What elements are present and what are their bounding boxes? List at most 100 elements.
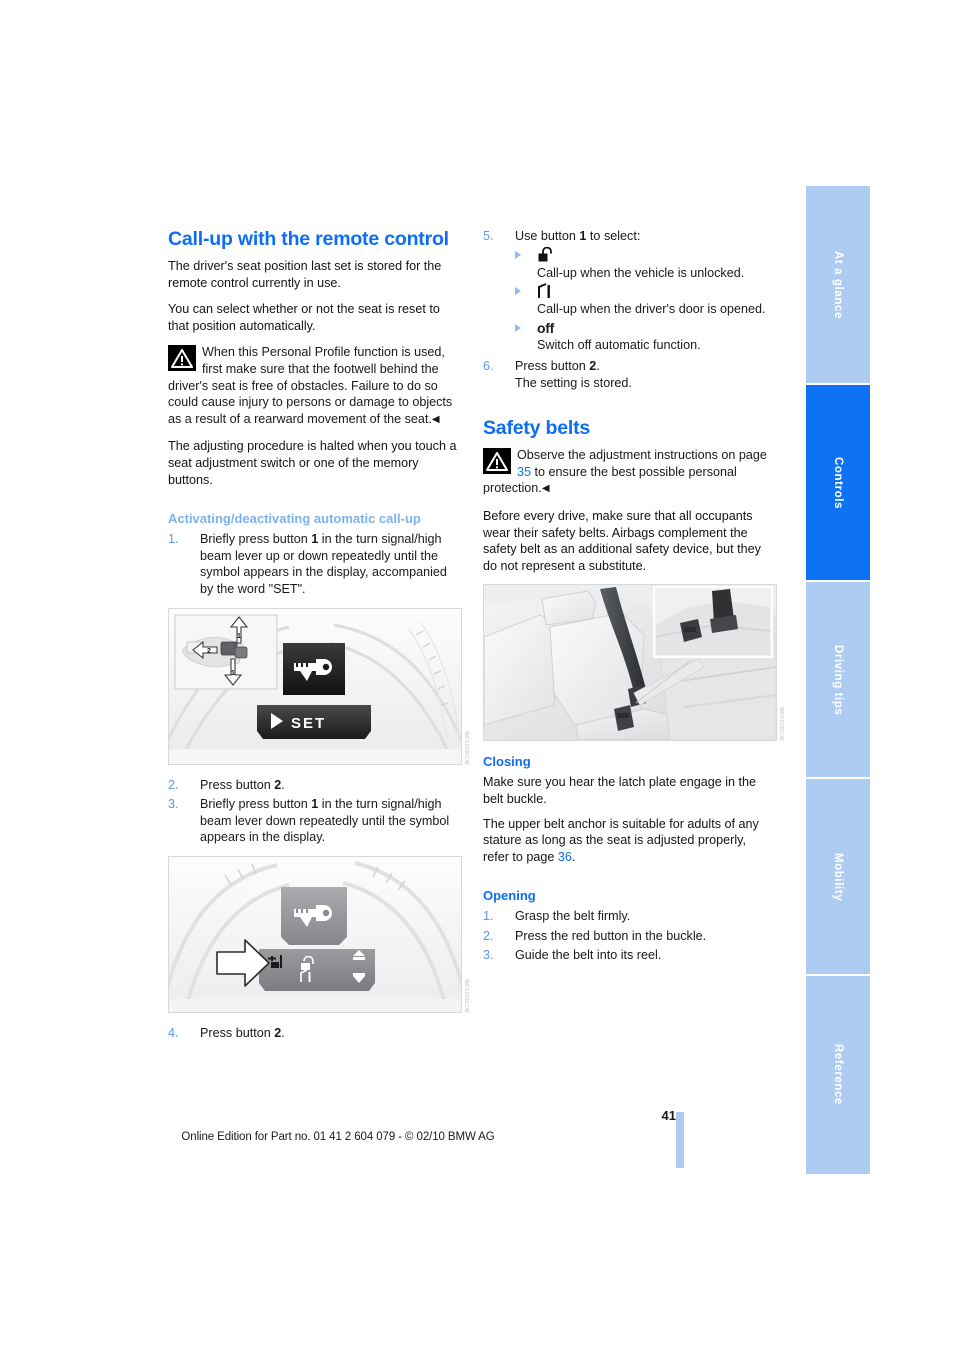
paragraph-select-reset: You can select whether or not the seat i…	[168, 302, 440, 333]
index-tab-label: Controls	[832, 457, 844, 510]
index-tab-driving-tips[interactable]: Driving tips	[806, 580, 870, 779]
figure-instrument-cluster-set: 1 1 2 SET WKS0080CM	[168, 607, 469, 765]
step-number: 1.	[168, 532, 179, 547]
warning-adjustment-instructions: Observe the adjustment instructions on p…	[483, 447, 775, 498]
section-title-safety-belts: Safety belts	[483, 417, 591, 440]
figure-code: WKS0080CM	[463, 730, 469, 765]
svg-text:SET: SET	[291, 715, 326, 732]
svg-text:1: 1	[231, 670, 235, 677]
step-number: 2.	[483, 928, 494, 943]
list-item-step-2: 2. Press button 2.	[168, 777, 460, 794]
page-number: 41	[661, 1108, 676, 1123]
steps-list-part1: 1. Briefly press button 1 in the turn sig…	[168, 531, 460, 597]
closing-text-after: .	[571, 849, 576, 864]
edition-notice: Online Edition for Part no. 01 41 2 604 …	[181, 1131, 495, 1143]
list-item-step-3: 3. Briefly press button 1 in the turn sig…	[168, 796, 460, 846]
step-number: 1.	[483, 909, 494, 924]
step-text: Grasp the belt firmly.	[515, 909, 631, 924]
step-number: 5.	[483, 229, 494, 243]
index-tab-controls[interactable]: Controls	[806, 383, 870, 582]
option-off: off Switch off automatic function.	[515, 320, 775, 354]
step-text-post: .	[281, 777, 285, 792]
subheading-closing: Closing	[483, 754, 531, 770]
paragraph-stored-position: The driver's seat position last set is s…	[168, 259, 442, 290]
option-text: Call-up when the vehicle is unlocked.	[537, 265, 745, 280]
opening-steps-list: 1. Grasp the belt firmly. 2. Press the red…	[483, 908, 775, 964]
option-text: Call-up when the driver's door is opened…	[537, 302, 766, 317]
bullet-triangle-icon	[515, 323, 521, 332]
step-number: 3.	[483, 948, 494, 963]
list-item-opening-2: 2. Press the red button in the buckle.	[483, 928, 775, 945]
option-unlocked: Call-up when the vehicle is unlocked.	[515, 246, 775, 282]
warning-end-mark: ◀	[431, 413, 440, 425]
step-text-pre: Press button	[515, 358, 590, 373]
list-item-step-1: 1. Briefly press button 1 in the turn sig…	[168, 531, 460, 597]
paragraph-closing-latch: Make sure you hear the latch plate engag…	[483, 775, 757, 806]
step-text-post: to select:	[586, 229, 641, 243]
svg-text:1: 1	[237, 633, 241, 640]
index-tab-label: Reference	[832, 1044, 844, 1106]
option-driver-door: Call-up when the driver's door is opened…	[515, 283, 775, 318]
subheading-activating-deactivating: Activating/deactivating automatic call-u…	[168, 511, 421, 527]
step-text-post: .	[281, 1025, 285, 1040]
page-reference-link[interactable]: 36	[558, 850, 572, 864]
index-tab-label: Driving tips	[832, 645, 844, 716]
list-item-opening-3: 3. Guide the belt into its reel.	[483, 947, 775, 964]
unlocked-padlock-icon	[537, 246, 775, 265]
step-number: 6.	[483, 358, 494, 373]
figure-code: WKS0081CM	[463, 978, 469, 1013]
warning-triangle-icon	[483, 448, 511, 475]
option-list: Call-up when the vehicle is unlocked. Ca…	[515, 246, 775, 354]
list-item-step-5: 5. Use button 1 to select: Call-up when t…	[483, 228, 775, 354]
paragraph-closing-anchor: The upper belt anchor is suitable for ad…	[483, 816, 775, 866]
page-title-call-up: Call-up with the remote control	[168, 228, 449, 250]
step-text-pre: Briefly press button	[200, 532, 312, 547]
figure-code: WKS0082CM	[778, 707, 784, 742]
step-text: Guide the belt into its reel.	[515, 948, 662, 963]
off-label: off	[537, 319, 554, 336]
step-number: 4.	[168, 1025, 179, 1040]
step-text-pre: Press button	[200, 777, 275, 792]
warning-personal-profile: When this Personal Profile function is u…	[168, 344, 460, 428]
page-reference-link[interactable]: 35	[517, 465, 531, 479]
open-door-icon	[537, 283, 775, 301]
bullet-triangle-icon	[515, 287, 521, 296]
warning-end-mark: ◀	[541, 483, 550, 495]
step-text: Press the red button in the buckle.	[515, 928, 707, 943]
manual-page: At a glance Controls Driving tips Mobili…	[0, 0, 954, 1350]
index-tab-reference[interactable]: Reference	[806, 974, 870, 1174]
index-tab-label: Mobility	[832, 853, 844, 902]
figure-instrument-cluster-menu: WKS0081CM	[168, 855, 469, 1013]
warning-text: When this Personal Profile function is u…	[168, 345, 453, 426]
steps-list-part3: 4. Press button 2.	[168, 1025, 460, 1042]
index-tab-rail: At a glance Controls Driving tips Mobili…	[806, 186, 870, 1174]
index-tab-label: At a glance	[832, 250, 844, 319]
option-text: Switch off automatic function.	[537, 338, 701, 353]
list-item-step-6: 6. Press button 2. The setting is stored.	[483, 358, 775, 391]
bullet-triangle-icon	[515, 250, 521, 259]
list-item-step-4: 4. Press button 2.	[168, 1025, 460, 1042]
step-text-line2: The setting is stored.	[515, 375, 632, 390]
warning-text-before: Observe the adjustment instructions on p…	[517, 448, 767, 463]
steps-list-continued: 5. Use button 1 to select: Call-up when t…	[483, 228, 775, 391]
paragraph-halted-procedure: The adjusting procedure is halted when y…	[168, 439, 457, 487]
svg-text:2: 2	[207, 648, 211, 655]
step-number: 3.	[168, 797, 179, 812]
subheading-opening: Opening	[483, 888, 536, 904]
step-text-pre: Press button	[200, 1025, 275, 1040]
step-number: 2.	[168, 777, 179, 792]
steps-list-part2: 2. Press button 2. 3. Briefly press button…	[168, 777, 460, 846]
left-column: Call-up with the remote control The driv…	[168, 228, 469, 1051]
index-tab-at-a-glance[interactable]: At a glance	[806, 186, 870, 383]
closing-text-before: The upper belt anchor is suitable for ad…	[483, 816, 759, 864]
list-item-opening-1: 1. Grasp the belt firmly.	[483, 908, 775, 925]
warning-triangle-icon	[168, 345, 196, 372]
figure-safety-belt: WKS0082CM	[483, 584, 784, 742]
paragraph-safety-belt-intro: Before every drive, make sure that all o…	[483, 508, 761, 573]
step-text-pre: Use button	[515, 229, 580, 243]
right-column: 5. Use button 1 to select: Call-up when t…	[483, 228, 784, 974]
index-tab-mobility[interactable]: Mobility	[806, 777, 870, 976]
page-marker-bar	[676, 1112, 684, 1168]
step-text-pre: Briefly press button	[200, 797, 312, 812]
step-text-post: .	[596, 358, 600, 373]
